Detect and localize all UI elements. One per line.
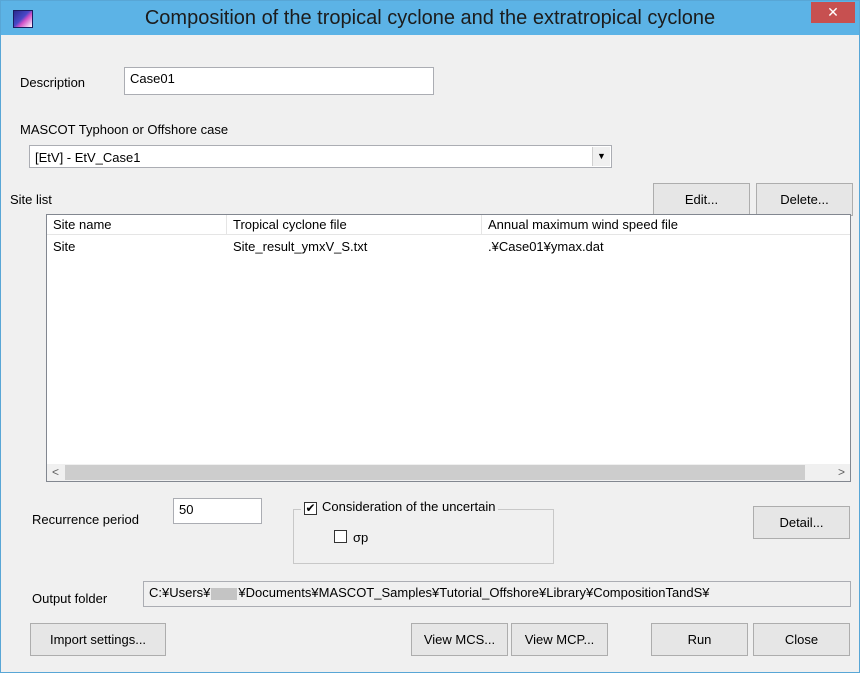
uncertainty-checkbox[interactable]: ✔ [304,502,317,515]
column-tropical-cyclone-file[interactable]: Tropical cyclone file [227,215,482,234]
column-annual-max-wind-file[interactable]: Annual maximum wind speed file [482,215,850,234]
close-button[interactable]: Close [753,623,850,656]
scroll-right-icon[interactable]: > [833,464,850,481]
recurrence-label: Recurrence period [32,512,139,527]
detail-button[interactable]: Detail... [753,506,850,539]
mascot-case-select[interactable]: [EtV] - EtV_Case1 ▼ [29,145,612,168]
table-cell-site-name[interactable]: Site [53,239,75,254]
import-settings-button[interactable]: Import settings... [30,623,166,656]
window-title: Composition of the tropical cyclone and … [144,7,716,29]
output-path-prefix: C:¥Users¥ [149,585,211,600]
dialog-window: Composition of the tropical cyclone and … [0,0,860,673]
table-header: Site name Tropical cyclone file Annual m… [47,215,850,235]
site-list-label: Site list [10,192,52,207]
title-bar[interactable]: Composition of the tropical cyclone and … [1,1,859,35]
close-icon: ✕ [827,4,839,20]
uncertainty-option[interactable]: ✔ Consideration of the uncertain [301,499,499,515]
run-button[interactable]: Run [651,623,748,656]
scroll-left-icon[interactable]: < [47,464,64,481]
site-list-table[interactable]: Site name Tropical cyclone file Annual m… [46,214,851,482]
view-mcs-button[interactable]: View MCS... [411,623,508,656]
mascot-case-value: [EtV] - EtV_Case1 [35,150,141,165]
description-label: Description [20,75,86,90]
output-path-suffix: ¥Documents¥MASCOT_Samples¥Tutorial_Offsh… [238,585,710,600]
column-site-name[interactable]: Site name [47,215,227,234]
uncertainty-label: Consideration of the uncertain [322,499,496,514]
recurrence-input[interactable]: 50 [173,498,262,524]
close-window-button[interactable]: ✕ [811,2,855,23]
table-cell-tropical-file[interactable]: Site_result_ymxV_S.txt [233,239,367,254]
output-folder-field[interactable]: C:¥Users¥ ¥Documents¥MASCOT_Samples¥Tutor… [143,581,851,607]
chevron-down-icon[interactable]: ▼ [592,147,610,166]
table-cell-wind-file[interactable]: .¥Case01¥ymax.dat [488,239,604,254]
description-input[interactable]: Case01 [124,67,434,95]
sigma-label: σp [353,530,369,545]
view-mcp-button[interactable]: View MCP... [511,623,608,656]
scrollbar-thumb[interactable] [65,465,805,480]
sigma-option[interactable]: σp [334,530,368,545]
uncertainty-group [293,509,554,564]
delete-button[interactable]: Delete... [756,183,853,216]
horizontal-scrollbar[interactable]: < > [47,464,850,481]
redacted-username [211,587,238,600]
mascot-case-label: MASCOT Typhoon or Offshore case [20,122,229,137]
edit-button[interactable]: Edit... [653,183,750,216]
sigma-checkbox[interactable] [334,530,347,543]
output-folder-label: Output folder [32,591,108,606]
